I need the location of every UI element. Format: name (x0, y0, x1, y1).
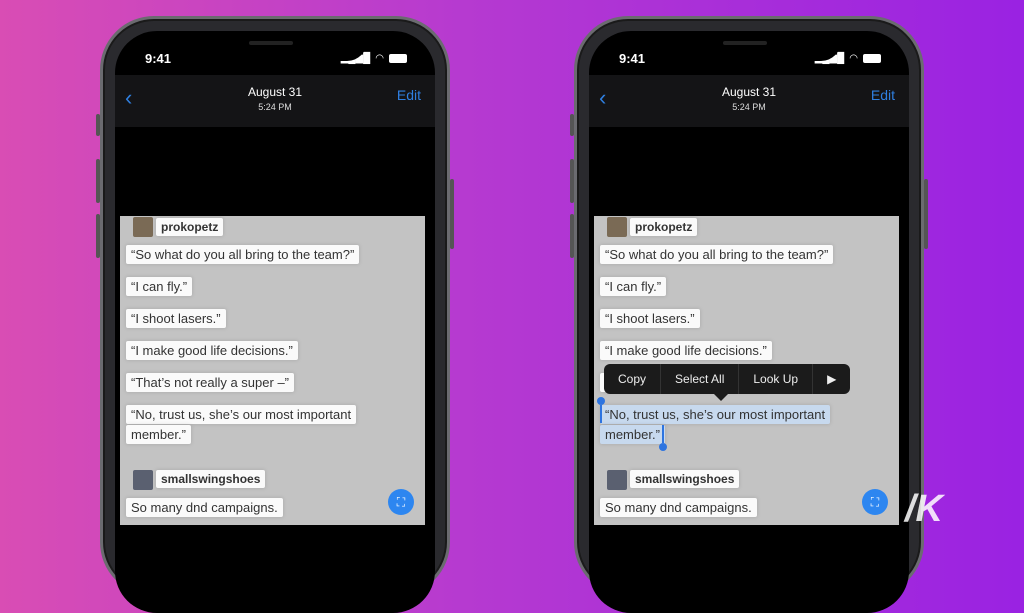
nav-subtitle: 5:24 PM (732, 102, 766, 112)
text-line[interactable]: So many dnd campaigns. (126, 498, 283, 517)
live-text-scan-icon[interactable]: ⛶ (862, 489, 888, 515)
edit-button[interactable]: Edit (397, 87, 421, 103)
battery-icon (863, 54, 881, 63)
text-line[interactable]: “I make good life decisions.” (600, 341, 772, 360)
wifi-icon: ◠ (375, 53, 384, 64)
username[interactable]: prokopetz (630, 218, 698, 236)
text-line[interactable]: “That’s not really a super –” (126, 373, 294, 392)
status-time: 9:41 (145, 51, 172, 66)
wifi-icon: ◠ (849, 53, 858, 64)
text-line[interactable]: “I shoot lasers.” (600, 309, 700, 328)
photo-image: prokopetz “So what do you all bring to t… (594, 216, 899, 525)
text-line[interactable]: So many dnd campaigns. (600, 498, 757, 517)
status-time: 9:41 (619, 51, 646, 66)
text-line[interactable]: “No, trust us, she’s our most important (126, 405, 357, 424)
username[interactable]: prokopetz (156, 218, 224, 236)
avatar (607, 470, 627, 490)
text-line[interactable]: “I shoot lasers.” (126, 309, 226, 328)
nav-title: August 31 (247, 85, 303, 99)
nav-bar: ‹ August 31 5:24 PM Edit (115, 75, 435, 127)
nav-title: August 31 (721, 85, 777, 99)
text-line[interactable]: “So what do you all bring to the team?” (600, 245, 834, 264)
text-line[interactable]: “I can fly.” (600, 277, 667, 296)
live-text-scan-icon[interactable]: ⛶ (388, 489, 414, 515)
phone-screen: 9:41 ▂▄▆█◠ ‹ August 31 5:24 PM Edit prok… (115, 31, 435, 613)
notch (661, 31, 841, 61)
phone-right: 9:41 ▂▄▆█◠ ‹ August 31 5:24 PM Edit prok… (570, 16, 928, 613)
photo-image: prokopetz “So what do you all bring to t… (120, 216, 425, 525)
notch (187, 31, 367, 61)
avatar (133, 217, 153, 237)
text-line[interactable]: member.” (600, 425, 665, 444)
phone-left: 9:41 ▂▄▆█◠ ‹ August 31 5:24 PM Edit prok… (96, 16, 454, 613)
text-line[interactable]: member.” (126, 425, 191, 444)
text-line[interactable]: “I make good life decisions.” (126, 341, 298, 360)
text-line[interactable]: “So what do you all bring to the team?” (126, 245, 360, 264)
context-menu: Copy Select All Look Up ▶ (604, 364, 851, 401)
avatar (133, 470, 153, 490)
edit-button[interactable]: Edit (871, 87, 895, 103)
menu-item-copy[interactable]: Copy (604, 364, 662, 394)
brand-logo: /K (905, 488, 943, 530)
nav-subtitle: 5:24 PM (258, 102, 292, 112)
text-line[interactable]: “I can fly.” (126, 277, 193, 296)
avatar (607, 217, 627, 237)
menu-item-more-arrow[interactable]: ▶ (813, 364, 850, 394)
username[interactable]: smallswingshoes (156, 470, 266, 488)
selection-start-handle[interactable] (597, 397, 605, 423)
username[interactable]: smallswingshoes (630, 470, 740, 488)
nav-bar: ‹ August 31 5:24 PM Edit (589, 75, 909, 127)
menu-item-select-all[interactable]: Select All (661, 364, 740, 394)
battery-icon (389, 54, 407, 63)
menu-item-look-up[interactable]: Look Up (739, 364, 814, 394)
phone-screen: 9:41 ▂▄▆█◠ ‹ August 31 5:24 PM Edit prok… (589, 31, 909, 613)
selection-end-handle[interactable] (659, 425, 667, 451)
